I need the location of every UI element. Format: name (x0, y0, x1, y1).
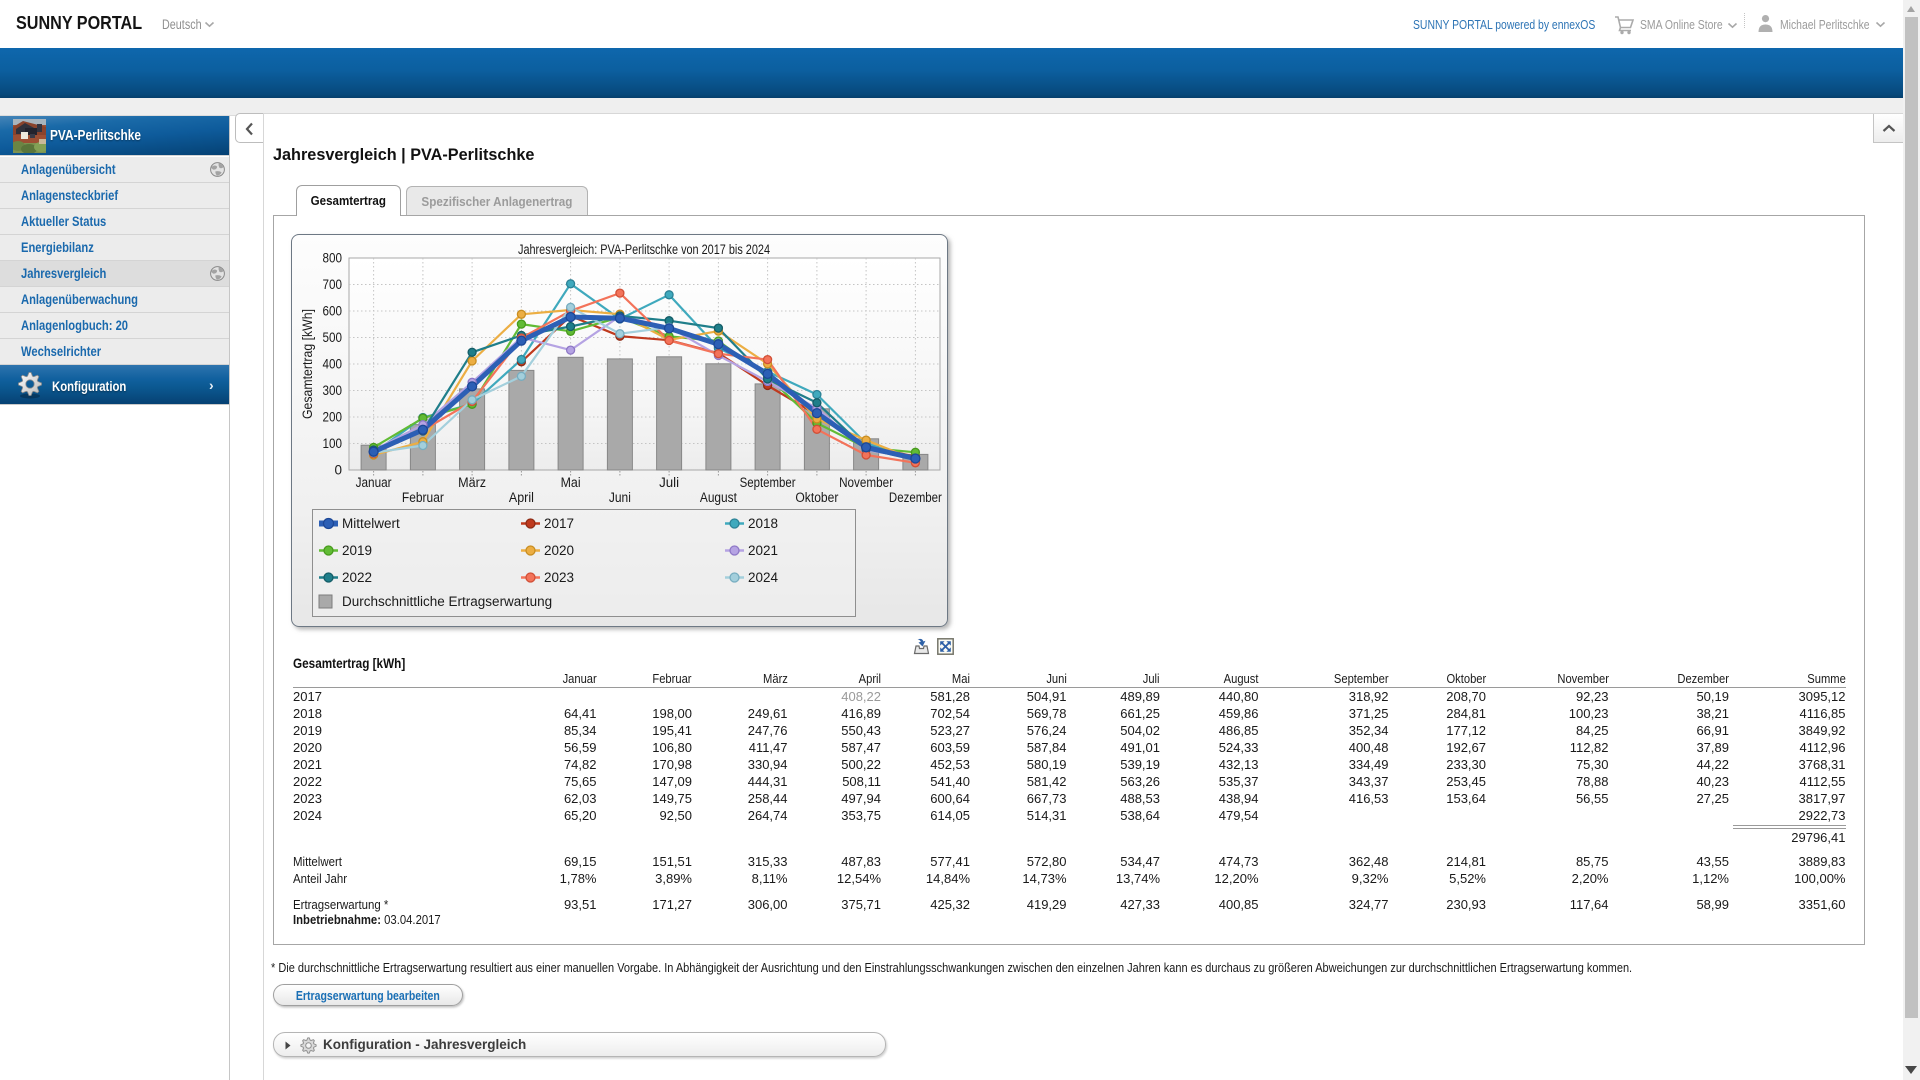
svg-text:300: 300 (323, 383, 343, 398)
svg-text:0: 0 (334, 463, 342, 478)
svg-text:500: 500 (323, 330, 343, 345)
svg-text:Juli: Juli (659, 475, 679, 490)
svg-text:2017: 2017 (544, 516, 574, 531)
svg-text:100: 100 (323, 436, 343, 451)
svg-text:Durchschnittliche Ertragserwar: Durchschnittliche Ertragserwartung (342, 594, 552, 609)
svg-text:Dezember: Dezember (889, 490, 942, 505)
svg-text:März: März (458, 475, 486, 490)
svg-text:2018: 2018 (748, 516, 778, 531)
svg-text:Januar: Januar (356, 475, 392, 490)
svg-text:2024: 2024 (748, 570, 779, 585)
svg-text:2023: 2023 (544, 570, 574, 585)
svg-text:2019: 2019 (342, 543, 372, 558)
svg-text:Oktober: Oktober (795, 490, 838, 505)
svg-text:August: August (700, 490, 737, 505)
svg-text:Gesamtertrag [kWh]: Gesamtertrag [kWh] (300, 309, 315, 419)
svg-text:November: November (839, 475, 893, 490)
svg-text:2020: 2020 (544, 543, 574, 558)
svg-text:200: 200 (323, 410, 343, 425)
svg-text:Mai: Mai (561, 475, 581, 490)
svg-text:700: 700 (323, 277, 343, 292)
svg-text:Mittelwert: Mittelwert (342, 516, 400, 531)
svg-text:September: September (740, 475, 796, 490)
svg-text:Juni: Juni (609, 490, 631, 505)
svg-text:Februar: Februar (402, 490, 444, 505)
svg-text:800: 800 (323, 251, 343, 266)
svg-text:600: 600 (323, 304, 343, 319)
svg-text:2022: 2022 (342, 570, 372, 585)
svg-text:April: April (509, 490, 534, 505)
svg-text:2021: 2021 (748, 543, 778, 558)
svg-text:Jahresvergleich: PVA-Perlitsch: Jahresvergleich: PVA-Perlitschke von 201… (518, 242, 770, 257)
svg-text:400: 400 (323, 357, 343, 372)
